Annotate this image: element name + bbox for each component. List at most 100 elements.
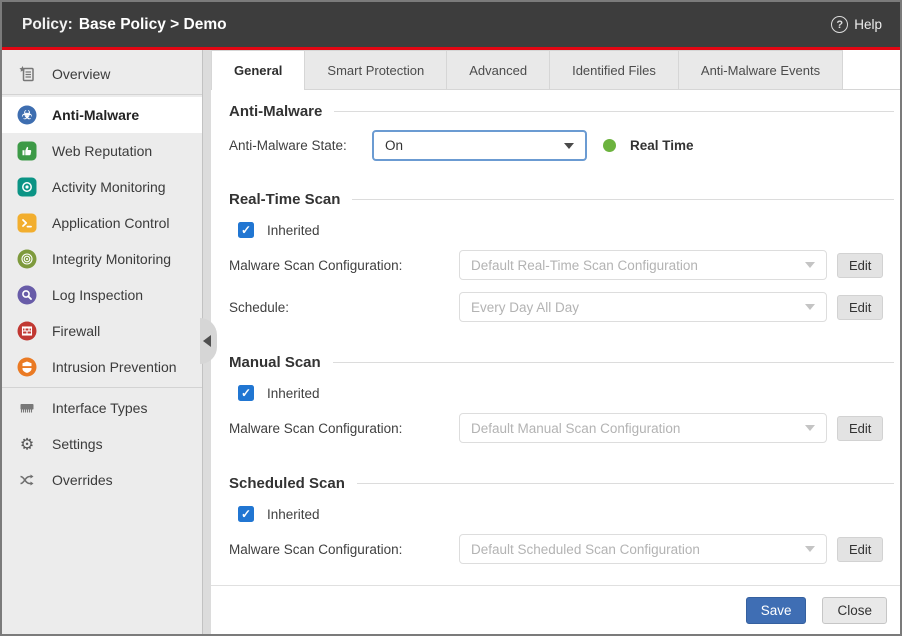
malware-scan-config-value: Default Real-Time Scan Configuration — [471, 258, 698, 273]
sidebar-item-label: Application Control — [52, 215, 170, 231]
interface-types-icon — [17, 398, 37, 418]
page-title-breadcrumb: Base Policy > Demo — [79, 16, 227, 33]
sidebar-item-anti-malware[interactable]: ☣ Anti-Malware — [2, 97, 202, 133]
real-time-inherited-row: Inherited — [238, 222, 894, 238]
sidebar-item-label: Intrusion Prevention — [52, 359, 177, 375]
sidebar-item-label: Settings — [52, 436, 103, 452]
sidebar-item-overrides[interactable]: Overrides — [2, 462, 202, 498]
application-control-icon — [17, 213, 37, 233]
tab-anti-malware-events[interactable]: Anti-Malware Events — [678, 50, 843, 89]
inherited-label: Inherited — [267, 386, 320, 401]
sidebar-item-web-reputation[interactable]: Web Reputation — [2, 133, 202, 169]
sidebar-item-settings[interactable]: ⚙ Settings — [2, 426, 202, 462]
schedule-label: Schedule: — [229, 300, 459, 315]
sidebar-item-intrusion-prevention[interactable]: Intrusion Prevention — [2, 349, 202, 385]
schedule-row: Schedule: Every Day All Day Edit — [229, 292, 894, 322]
web-reputation-icon — [17, 141, 37, 161]
sidebar-item-label: Activity Monitoring — [52, 179, 166, 195]
sidebar-separator — [2, 94, 202, 95]
chevron-down-icon — [805, 546, 815, 552]
sidebar-item-label: Interface Types — [52, 400, 147, 416]
section-title: Real-Time Scan — [229, 191, 340, 208]
section-manual-scan: Manual Scan — [229, 354, 894, 371]
sidebar-item-label: Web Reputation — [52, 143, 152, 159]
sidebar: Overview ☣ Anti-Malware Web Reputation A… — [2, 50, 202, 634]
page-title: Policy:Base Policy > Demo — [22, 16, 227, 34]
section-rule — [333, 362, 894, 363]
edit-button[interactable]: Edit — [837, 416, 883, 441]
svg-text:☣: ☣ — [22, 108, 33, 122]
malware-scan-config-select: Default Real-Time Scan Configuration — [459, 250, 827, 280]
settings-icon: ⚙ — [17, 434, 37, 454]
overview-icon — [17, 64, 37, 84]
section-rule — [357, 483, 894, 484]
malware-scan-config-select: Default Scheduled Scan Configuration — [459, 534, 827, 564]
tab-smart-protection[interactable]: Smart Protection — [304, 50, 447, 89]
save-button[interactable]: Save — [746, 597, 807, 624]
manual-config-row: Malware Scan Configuration: Default Manu… — [229, 413, 894, 443]
intrusion-prevention-icon — [17, 357, 37, 377]
chevron-down-icon — [805, 304, 815, 310]
anti-malware-icon: ☣ — [17, 105, 37, 125]
malware-scan-config-value: Default Scheduled Scan Configuration — [471, 542, 700, 557]
chevron-down-icon — [805, 262, 815, 268]
sidebar-item-overview[interactable]: Overview — [2, 56, 202, 92]
sidebar-item-activity-monitoring[interactable]: Activity Monitoring — [2, 169, 202, 205]
inherited-checkbox[interactable] — [238, 222, 254, 238]
status-badge: Real Time — [630, 138, 694, 153]
anti-malware-state-label: Anti-Malware State: — [229, 138, 372, 153]
edit-button[interactable]: Edit — [837, 537, 883, 562]
chevron-down-icon — [564, 143, 574, 149]
schedule-select: Every Day All Day — [459, 292, 827, 322]
scheduled-config-row: Malware Scan Configuration: Default Sche… — [229, 534, 894, 564]
tab-general[interactable]: General — [211, 50, 305, 90]
footer-bar: Save Close — [211, 585, 900, 634]
help-button[interactable]: ? Help — [831, 16, 882, 33]
activity-monitoring-icon — [17, 177, 37, 197]
section-rule — [334, 111, 894, 112]
main-content: General Smart Protection Advanced Identi… — [211, 50, 900, 634]
section-title: Anti-Malware — [229, 103, 322, 120]
edit-button[interactable]: Edit — [837, 253, 883, 278]
sidebar-item-label: Overrides — [52, 472, 113, 488]
inherited-label: Inherited — [267, 507, 320, 522]
close-button[interactable]: Close — [822, 597, 887, 624]
sidebar-item-label: Integrity Monitoring — [52, 251, 171, 267]
overrides-icon — [17, 470, 37, 490]
real-time-config-row: Malware Scan Configuration: Default Real… — [229, 250, 894, 280]
sidebar-item-label: Overview — [52, 66, 110, 82]
tab-identified-files[interactable]: Identified Files — [549, 50, 679, 89]
anti-malware-state-value: On — [385, 138, 403, 153]
scheduled-inherited-row: Inherited — [238, 506, 894, 522]
sidebar-item-firewall[interactable]: Firewall — [2, 313, 202, 349]
sidebar-item-label: Firewall — [52, 323, 100, 339]
title-bar: Policy:Base Policy > Demo ? Help — [2, 2, 900, 47]
sidebar-item-application-control[interactable]: Application Control — [2, 205, 202, 241]
sidebar-item-log-inspection[interactable]: Log Inspection — [2, 277, 202, 313]
tab-bar: General Smart Protection Advanced Identi… — [211, 50, 900, 90]
chevron-down-icon — [805, 425, 815, 431]
sidebar-item-integrity-monitoring[interactable]: Integrity Monitoring — [2, 241, 202, 277]
inherited-checkbox[interactable] — [238, 506, 254, 522]
sidebar-item-interface-types[interactable]: Interface Types — [2, 390, 202, 426]
help-label: Help — [854, 17, 882, 32]
manual-inherited-row: Inherited — [238, 385, 894, 401]
anti-malware-state-row: Anti-Malware State: On Real Time — [229, 130, 894, 161]
help-icon: ? — [831, 16, 848, 33]
edit-button[interactable]: Edit — [837, 295, 883, 320]
schedule-value: Every Day All Day — [471, 300, 579, 315]
inherited-label: Inherited — [267, 223, 320, 238]
inherited-checkbox[interactable] — [238, 385, 254, 401]
malware-scan-config-label: Malware Scan Configuration: — [229, 258, 459, 273]
general-tab-panel: Anti-Malware Anti-Malware State: On Real… — [211, 90, 900, 585]
integrity-monitoring-icon — [17, 249, 37, 269]
tab-advanced[interactable]: Advanced — [446, 50, 550, 89]
sidebar-item-label: Log Inspection — [52, 287, 143, 303]
firewall-icon — [17, 321, 37, 341]
malware-scan-config-select: Default Manual Scan Configuration — [459, 413, 827, 443]
anti-malware-state-select[interactable]: On — [372, 130, 587, 161]
malware-scan-config-label: Malware Scan Configuration: — [229, 542, 459, 557]
sidebar-item-label: Anti-Malware — [52, 107, 139, 123]
malware-scan-config-label: Malware Scan Configuration: — [229, 421, 459, 436]
section-scheduled-scan: Scheduled Scan — [229, 475, 894, 492]
